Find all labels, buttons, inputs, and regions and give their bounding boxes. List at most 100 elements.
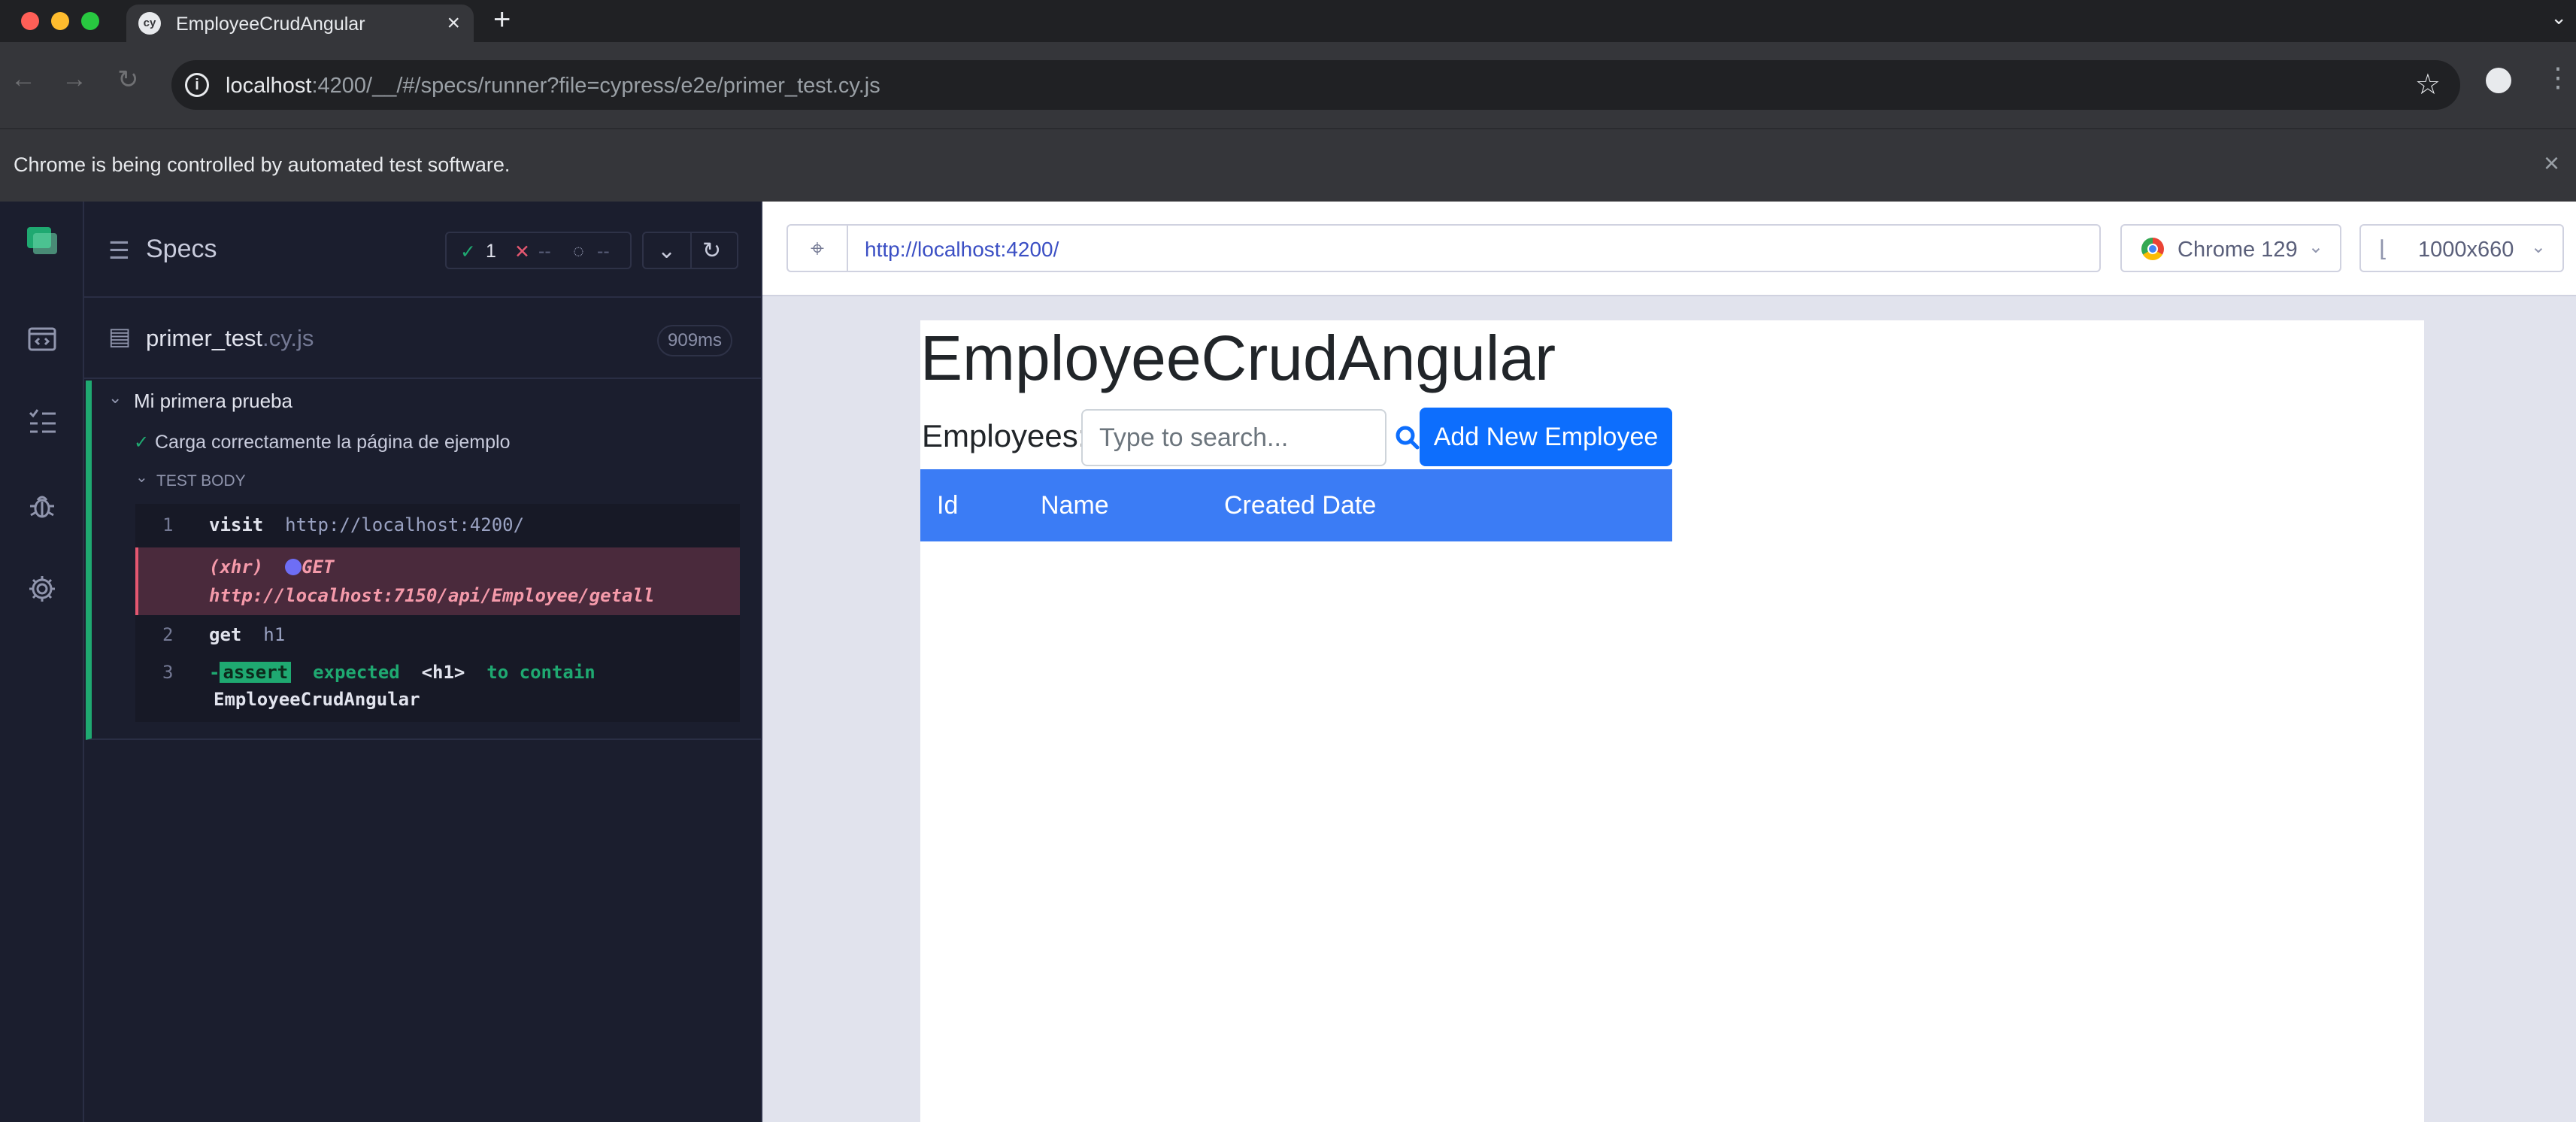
document-icon: ▤	[108, 323, 132, 350]
viewport-label: 1000x660	[2418, 238, 2514, 262]
reporter-header: ☰ Specs ✓ 1 ✕ -- ◌ -- ⌄ ↻	[84, 202, 761, 298]
command-number: 1	[162, 514, 174, 535]
command-number: 3	[162, 662, 174, 683]
command-visit[interactable]: 1 visit http://localhost:4200/	[135, 504, 740, 546]
search-icon[interactable]	[1393, 415, 1423, 460]
test-stats: ✓ 1 ✕ -- ◌ --	[445, 232, 632, 269]
command-xhr[interactable]: (xhr) GET http://localhost:7150/api/Empl…	[135, 547, 740, 615]
specs-title[interactable]: Specs	[146, 235, 217, 264]
app-heading: EmployeeCrudAngular	[920, 323, 1556, 393]
automation-infobar: Chrome is being controlled by automated …	[0, 128, 2576, 202]
back-arrow-icon[interactable]: ←	[11, 65, 36, 94]
debug-nav-icon[interactable]	[21, 490, 63, 532]
forward-arrow-icon[interactable]: →	[62, 65, 87, 94]
command-arg: h1	[263, 624, 286, 645]
settings-nav-icon[interactable]	[21, 573, 63, 615]
xhr-status-dot-icon	[285, 559, 302, 575]
assert-line-1: - assert expected <h1> to contain	[209, 662, 596, 683]
close-window-button[interactable]	[21, 12, 39, 30]
browser-tab[interactable]: cy EmployeeCrudAngular ×	[126, 5, 474, 42]
reporter-controls: ⌄ ↻	[642, 232, 738, 269]
site-info-icon[interactable]: i	[185, 73, 209, 97]
cypress-sidebar-nav	[0, 202, 84, 1122]
command-name: visit http://localhost:4200/	[209, 514, 525, 535]
controls-divider	[690, 233, 692, 268]
aut-url[interactable]: http://localhost:4200/	[865, 238, 1059, 262]
viewport-selector[interactable]: ⌊ 1000x660 ⌄	[2359, 224, 2564, 272]
test-pass-check-icon: ✓	[134, 432, 150, 453]
suite-title[interactable]: Mi primera prueba	[134, 390, 292, 413]
aut-url-bar[interactable]: ⌖ http://localhost:4200/	[786, 224, 2101, 272]
tab-search-chevron-icon[interactable]: ⌄	[2550, 6, 2567, 29]
command-name: get h1	[209, 624, 286, 645]
tab-title: EmployeeCrudAngular	[176, 14, 365, 35]
pending-spinner-icon: ◌	[573, 241, 584, 262]
runs-nav-icon[interactable]	[21, 406, 63, 448]
column-header-name[interactable]: Name	[1024, 469, 1208, 541]
command-number: 2	[162, 624, 174, 645]
browser-selector[interactable]: Chrome 129 ⌄	[2120, 224, 2341, 272]
app-iframe: EmployeeCrudAngular Employees: Add New E…	[920, 320, 2424, 1122]
new-tab-icon[interactable]: +	[493, 3, 511, 37]
browser-code-icon	[28, 327, 56, 351]
test-body-chevron-icon[interactable]: ⌄	[135, 468, 148, 487]
spec-duration-badge: 909ms	[657, 325, 733, 356]
assert-expected-value: EmployeeCrudAngular	[214, 689, 420, 710]
xhr-url: http://localhost:7150/api/Employee/getal…	[209, 585, 655, 606]
ruler-icon: ⌊	[2379, 237, 2388, 262]
chevron-down-icon: ⌄	[2530, 237, 2546, 257]
cypress-logo-icon-graphic	[27, 227, 57, 254]
bookmark-star-icon[interactable]: ☆	[2415, 68, 2441, 102]
passed-count: 1	[486, 241, 496, 262]
infobar-close-icon[interactable]: ×	[2544, 147, 2559, 179]
cypress-logo-icon[interactable]	[21, 224, 63, 266]
bug-icon	[30, 496, 54, 518]
specs-list-icon[interactable]: ☰	[108, 236, 130, 265]
suite-chevron-icon[interactable]: ⌄	[108, 388, 122, 408]
employees-label: Employees:	[922, 418, 1087, 453]
address-url[interactable]: localhost:4200/__/#/specs/runner?file=cy…	[226, 74, 880, 99]
command-log: 1 visit http://localhost:4200/ (xhr) GET…	[135, 504, 740, 722]
chevron-down-icon: ⌄	[2308, 237, 2323, 257]
maximize-window-button[interactable]	[81, 12, 99, 30]
chrome-tab-strip: cy EmployeeCrudAngular × + ⌄	[0, 0, 2576, 42]
xhr-line-1: (xhr) GET	[209, 556, 335, 578]
selector-playground-crosshair-icon[interactable]: ⌖	[788, 226, 848, 271]
list-checks-icon	[29, 409, 56, 433]
add-new-employee-button[interactable]: Add New Employee	[1420, 408, 1672, 466]
assert-badge: assert	[220, 662, 292, 683]
gear-icon	[29, 576, 55, 602]
command-log-reporter: ☰ Specs ✓ 1 ✕ -- ◌ -- ⌄ ↻ ▤ primer_test.…	[84, 202, 762, 1122]
infobar-message: Chrome is being controlled by automated …	[14, 153, 511, 176]
column-header-id[interactable]: Id	[920, 469, 1024, 541]
aut-header: ⌖ http://localhost:4200/ Chrome 129 ⌄ ⌊ …	[762, 202, 2576, 296]
minimize-window-button[interactable]	[51, 12, 69, 30]
profile-avatar-icon[interactable]	[2486, 68, 2511, 93]
table-header-row: Id Name Created Date	[920, 469, 1672, 541]
rerun-icon[interactable]: ↻	[702, 238, 721, 264]
collapse-chevron-icon[interactable]: ⌄	[657, 238, 676, 264]
close-tab-icon[interactable]: ×	[447, 11, 460, 36]
browser-menu-icon[interactable]: ⋮	[2544, 62, 2571, 93]
spec-file-header: ▤ primer_test.cy.js 909ms	[84, 299, 761, 379]
reload-icon[interactable]: ↻	[117, 65, 139, 95]
address-bar[interactable]: i localhost:4200/__/#/specs/runner?file=…	[171, 60, 2460, 110]
browser-label: Chrome 129	[2177, 238, 2298, 262]
column-header-created-date[interactable]: Created Date	[1208, 469, 1672, 541]
spec-file-name[interactable]: primer_test.cy.js	[146, 325, 314, 352]
failed-x-icon: ✕	[514, 241, 530, 262]
failed-count: --	[538, 241, 551, 262]
passed-check-icon: ✓	[460, 241, 476, 262]
browser-toolbar: ← → ↻ i localhost:4200/__/#/specs/runner…	[0, 42, 2576, 128]
command-get[interactable]: 2 get h1	[135, 617, 740, 653]
search-input[interactable]	[1081, 409, 1386, 466]
test-body-label: TEST BODY	[156, 472, 246, 490]
chrome-logo-icon	[2141, 238, 2164, 260]
app-under-test-panel: ⌖ http://localhost:4200/ Chrome 129 ⌄ ⌊ …	[762, 202, 2576, 1122]
test-title[interactable]: Carga correctamente la página de ejemplo	[155, 432, 511, 453]
cypress-favicon-icon: cy	[138, 12, 161, 35]
specs-nav-icon[interactable]	[21, 323, 63, 365]
test-suite: ⌄ Mi primera prueba ✓ Carga correctament…	[86, 381, 761, 740]
command-assert[interactable]: 3 - assert expected <h1> to contain Emplo…	[135, 654, 740, 722]
pending-count: --	[597, 241, 610, 262]
